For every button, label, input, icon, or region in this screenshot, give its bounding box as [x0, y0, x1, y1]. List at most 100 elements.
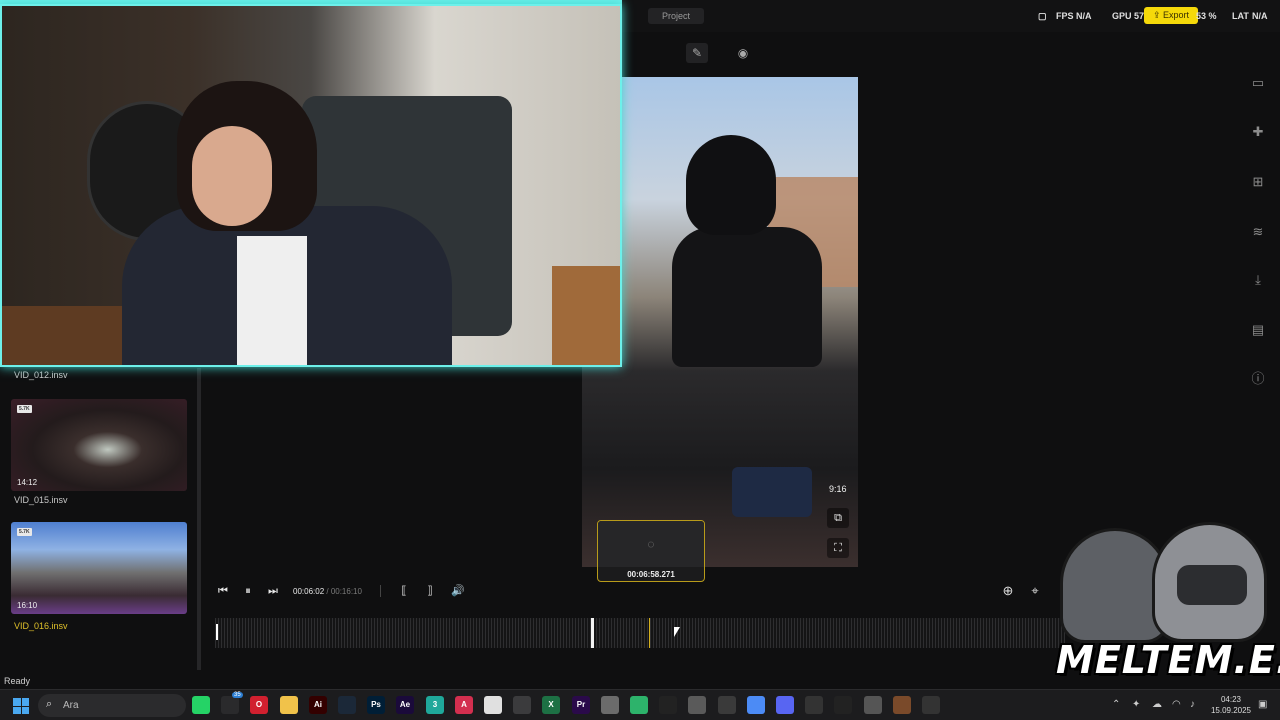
- time-separator: /: [324, 587, 331, 596]
- export-label: Export: [1163, 10, 1190, 20]
- illustrator-icon[interactable]: Ai: [309, 696, 327, 714]
- webcam-overlay: [0, 4, 622, 367]
- media-item-name-selected[interactable]: VID_016.insv: [14, 621, 68, 631]
- playback-timecode: 00:06:02 / 00:16:10: [293, 587, 362, 596]
- webcam-person-face: [192, 126, 272, 226]
- tray-app-icon[interactable]: ✦: [1132, 699, 1140, 710]
- audio-icon[interactable]: ≋: [1250, 224, 1266, 240]
- game-icon[interactable]: [893, 696, 911, 714]
- mark-in-icon[interactable]: ⟦: [396, 583, 412, 599]
- whatsapp-icon[interactable]: [192, 696, 210, 714]
- lat-value: N/A: [1252, 11, 1268, 21]
- upload-icon: ⇪: [1152, 10, 1161, 20]
- windows-start-icon[interactable]: [13, 698, 29, 714]
- chrome-icon[interactable]: [484, 696, 502, 714]
- status-text: Ready: [4, 676, 31, 686]
- timeline-playhead[interactable]: [591, 618, 594, 648]
- fps-label: FPS: [1056, 11, 1074, 21]
- logo-text: MELTEM.E.T: [1056, 638, 1280, 682]
- loading-spinner-icon: ◌: [598, 521, 704, 567]
- pause-icon[interactable]: ⏸: [240, 583, 256, 599]
- tray-cloud-icon[interactable]: ☁: [1152, 699, 1162, 710]
- lat-label: LAT: [1232, 11, 1249, 21]
- aspect-ratio-label[interactable]: 9:16: [829, 484, 847, 494]
- eye-icon[interactable]: ◉: [732, 43, 754, 63]
- taskbar-clock[interactable]: 04:23 15.09.2025: [1208, 694, 1254, 716]
- helmet-app-icon[interactable]: [864, 696, 882, 714]
- mark-out-icon[interactable]: ⟧: [422, 583, 438, 599]
- search-placeholder: Ara: [63, 700, 79, 711]
- media-list-scrollbar[interactable]: [197, 368, 201, 670]
- preview-helmet: [686, 135, 776, 235]
- panel-toggle-icon[interactable]: ▢: [1038, 11, 1047, 22]
- timeline-hover-preview: ◌ 00:06:58.271: [597, 520, 705, 582]
- taskbar-search[interactable]: ⌕ Ara: [38, 694, 186, 717]
- divider: [380, 585, 381, 597]
- current-time: 00:06:02: [293, 587, 325, 596]
- excel-icon[interactable]: X: [542, 696, 560, 714]
- video-preview[interactable]: [582, 77, 858, 567]
- import-media-icon[interactable]: ⊞: [1250, 174, 1266, 190]
- volume-tray-icon[interactable]: ♪: [1190, 699, 1195, 710]
- media-thumbnail-selected[interactable]: 5.7K 16:10: [11, 522, 187, 614]
- export-button[interactable]: ⇪ Export: [1144, 7, 1198, 24]
- capcut-alt-icon[interactable]: [834, 696, 852, 714]
- photoshop-icon[interactable]: Ps: [367, 696, 385, 714]
- hover-timecode: 00:06:58.271: [627, 570, 675, 579]
- mouse-cursor: [674, 627, 680, 637]
- resolution-badge: 5.7K: [17, 405, 32, 413]
- insta360-icon[interactable]: [805, 696, 823, 714]
- app-3-icon[interactable]: 3: [426, 696, 444, 714]
- tray-chevron-icon[interactable]: ⌃: [1112, 699, 1120, 710]
- media-item-name[interactable]: VID_012.insv: [14, 370, 68, 380]
- opera-icon[interactable]: O: [250, 696, 268, 714]
- info-icon[interactable]: ⓘ: [1250, 371, 1266, 387]
- gpu-label: GPU: [1112, 11, 1132, 21]
- media-item-name[interactable]: VID_015.insv: [14, 495, 68, 505]
- tab-project[interactable]: Project: [648, 8, 704, 24]
- discord-icon[interactable]: [776, 696, 794, 714]
- chrome-alt-icon[interactable]: [747, 696, 765, 714]
- skip-forward-icon[interactable]: ⏭: [265, 583, 281, 599]
- settings-icon[interactable]: [718, 696, 736, 714]
- image-app-icon[interactable]: [601, 696, 619, 714]
- resolution-badge: 5.7K: [17, 528, 32, 536]
- fps-value: N/A: [1076, 11, 1092, 21]
- volume-icon[interactable]: 🔊: [450, 583, 466, 599]
- total-time: 00:16:10: [330, 587, 362, 596]
- timeline-start-marker[interactable]: [216, 624, 218, 640]
- wifi-icon[interactable]: ◠: [1172, 699, 1181, 710]
- calculator-icon[interactable]: [513, 696, 531, 714]
- media-duration: 16:10: [17, 601, 38, 610]
- streamer-logo: MELTEM.E.T: [1052, 520, 1280, 688]
- paint-icon[interactable]: [688, 696, 706, 714]
- taskbar: ⌕ Ara O Ai Ps Ae 3 A X Pr 35 ⌃ ✦ ☁ ◠ ♪ 04:23 15.…: [0, 689, 1280, 720]
- download-icon[interactable]: ⤓: [1250, 272, 1266, 288]
- timeline-track[interactable]: [215, 618, 1065, 648]
- notification-icon[interactable]: ▣: [1258, 699, 1267, 710]
- capcut-icon[interactable]: [659, 696, 677, 714]
- media-thumbnail[interactable]: 5.7K 14:12: [11, 399, 187, 491]
- fullscreen-icon[interactable]: ⛶: [827, 538, 849, 558]
- green-app-icon[interactable]: [630, 696, 648, 714]
- puzzle-icon[interactable]: ✚: [1250, 124, 1266, 140]
- reframe-icon[interactable]: ⧉: [827, 508, 849, 528]
- helmet-visor: [1177, 565, 1247, 605]
- focus-icon[interactable]: ⌖: [1027, 583, 1043, 599]
- steam-icon[interactable]: [338, 696, 356, 714]
- edit-icon[interactable]: ✎: [686, 43, 708, 63]
- premiere-icon[interactable]: Pr: [572, 696, 590, 714]
- layers-icon[interactable]: ▤: [1250, 322, 1266, 338]
- whatsapp-badge: 35: [232, 692, 243, 698]
- skip-back-icon[interactable]: ⏮: [215, 583, 231, 599]
- acrobat-icon[interactable]: A: [455, 696, 473, 714]
- clock-date: 15.09.2025: [1210, 706, 1252, 715]
- preview-dashboard: [732, 467, 812, 517]
- after-effects-icon[interactable]: Ae: [396, 696, 414, 714]
- media-player-icon[interactable]: [922, 696, 940, 714]
- film-icon[interactable]: ▭: [1250, 75, 1266, 91]
- folder-icon[interactable]: [280, 696, 298, 714]
- add-keyframe-icon[interactable]: ⊕: [1000, 583, 1016, 599]
- media-duration: 14:12: [17, 478, 38, 487]
- store-icon[interactable]: [221, 696, 239, 714]
